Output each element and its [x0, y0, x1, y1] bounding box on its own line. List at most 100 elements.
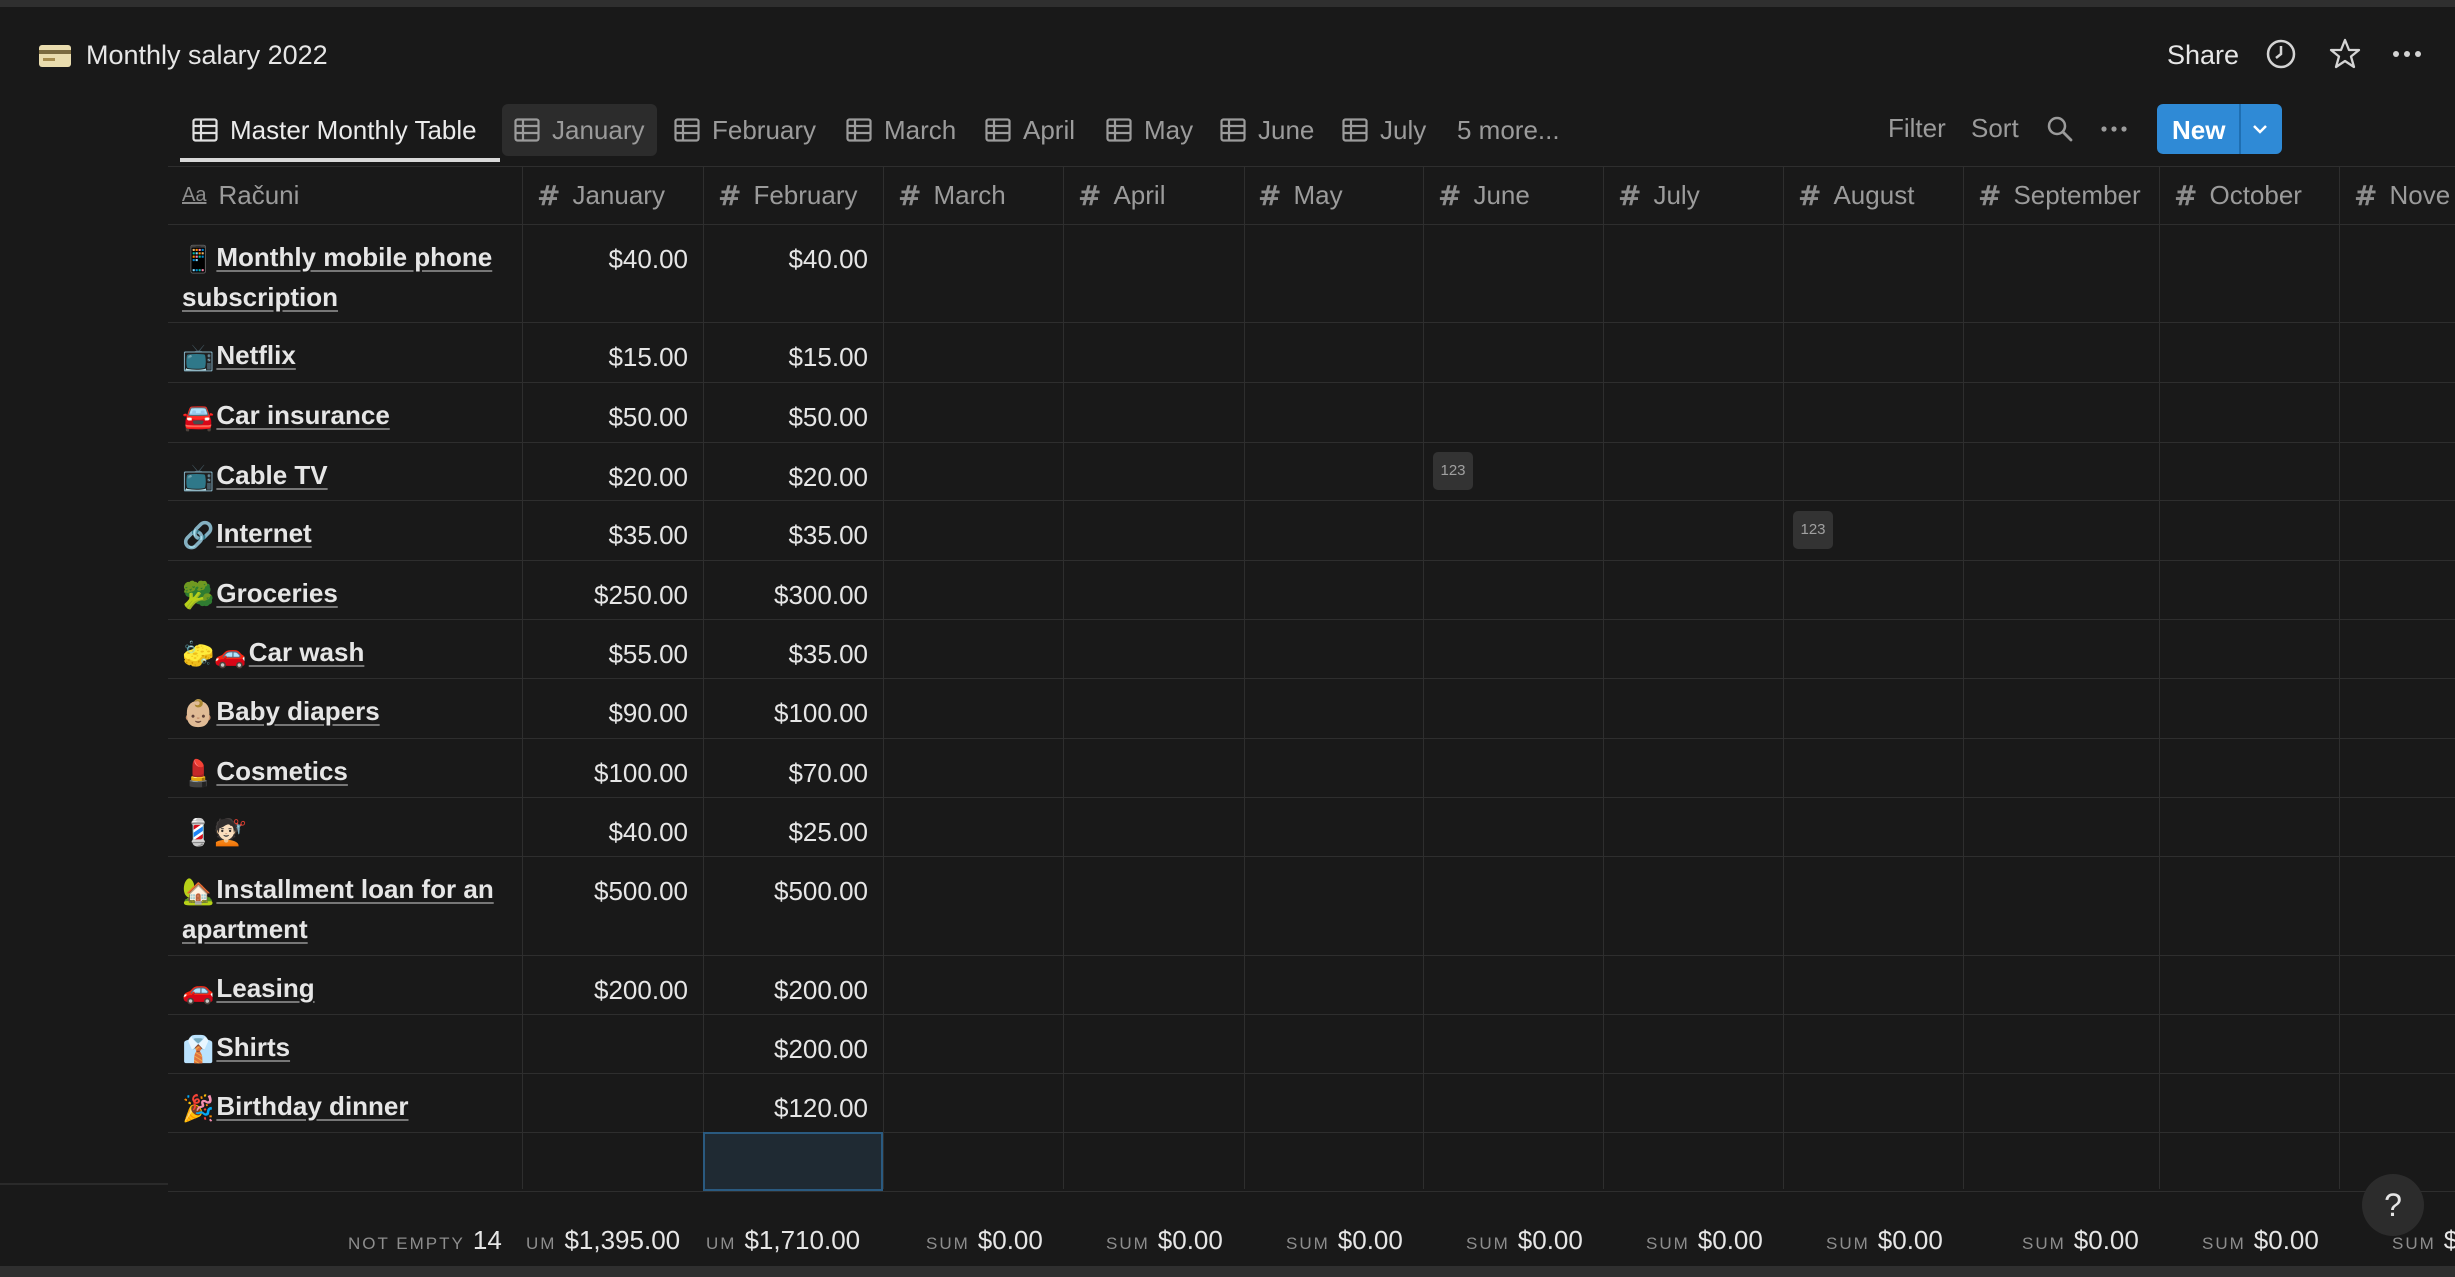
february-value[interactable]: $50.00	[708, 402, 868, 433]
column-header-august[interactable]: # August	[1798, 166, 1914, 224]
column-header-january[interactable]: # January	[537, 166, 665, 224]
column-header-october[interactable]: # October	[2174, 166, 2302, 224]
table-row[interactable]: 📺Netflix $15.00 $15.00	[168, 322, 2455, 382]
row-title[interactable]: Cable TV	[216, 460, 327, 490]
february-value[interactable]: $200.00	[708, 1034, 868, 1065]
tab-july[interactable]: July	[1342, 100, 1426, 160]
more-icon[interactable]	[2390, 37, 2424, 71]
search-icon[interactable]	[2046, 115, 2074, 143]
selected-empty-cell[interactable]	[703, 1132, 883, 1191]
footer-sum-february[interactable]: UM $1,710.00	[706, 1225, 860, 1259]
january-value[interactable]: $50.00	[528, 402, 688, 433]
more-options-icon[interactable]	[2099, 115, 2129, 143]
column-header-may[interactable]: # May	[1258, 166, 1343, 224]
january-value[interactable]: $200.00	[528, 975, 688, 1006]
column-header-april[interactable]: # April	[1078, 166, 1165, 224]
january-value[interactable]: $250.00	[528, 580, 688, 611]
table-row[interactable]: 🏡Installment loan for an apartment $500.…	[168, 856, 2455, 955]
table-row[interactable]: 💄Cosmetics $100.00 $70.00	[168, 738, 2455, 797]
row-title[interactable]: Leasing	[216, 973, 314, 1003]
footer-sum-may[interactable]: SUM $0.00	[1286, 1225, 1403, 1259]
column-header-september[interactable]: # September	[1978, 166, 2141, 224]
january-value[interactable]: $100.00	[528, 758, 688, 789]
star-icon[interactable]	[2328, 37, 2362, 71]
footer-sum-june[interactable]: SUM $0.00	[1466, 1225, 1583, 1259]
tab-january[interactable]: January	[502, 104, 657, 156]
row-title[interactable]: Groceries	[216, 578, 337, 608]
table-row[interactable]: 🧽🚗Car wash $55.00 $35.00	[168, 619, 2455, 678]
table-row[interactable]: 🚗Leasing $200.00 $200.00	[168, 955, 2455, 1014]
january-value[interactable]: $55.00	[528, 639, 688, 670]
table-row[interactable]: 🥦Groceries $250.00 $300.00	[168, 560, 2455, 619]
help-button[interactable]: ?	[2362, 1174, 2424, 1236]
row-title[interactable]: Baby diapers	[216, 696, 379, 726]
row-title[interactable]: Installment loan for an apartment	[182, 874, 494, 944]
page-title[interactable]: Monthly salary 2022	[86, 40, 328, 71]
february-value[interactable]: $15.00	[708, 342, 868, 373]
column-header-june[interactable]: # June	[1438, 166, 1530, 224]
february-value[interactable]: $200.00	[708, 975, 868, 1006]
table-row[interactable]: 👔Shirts $200.00	[168, 1014, 2455, 1073]
tab-master-monthly-table[interactable]: Master Monthly Table	[192, 100, 477, 160]
footer-sum-january[interactable]: UM $1,395.00	[526, 1225, 680, 1259]
footer-sum-july[interactable]: SUM $0.00	[1646, 1225, 1763, 1259]
footer-not-empty[interactable]: NOT EMPTY 14	[348, 1225, 502, 1259]
column-header-july[interactable]: # July	[1618, 166, 1700, 224]
table-row[interactable]: 💈💇🏻 $40.00 $25.00	[168, 797, 2455, 856]
row-title[interactable]: Internet	[216, 518, 311, 548]
footer-sum-april[interactable]: SUM $0.00	[1106, 1225, 1223, 1259]
february-value[interactable]: $40.00	[708, 244, 868, 275]
footer-sum-october[interactable]: SUM $0.00	[2202, 1225, 2319, 1259]
sort-button[interactable]: Sort	[1971, 113, 2019, 144]
tab-february[interactable]: February	[674, 100, 816, 160]
february-value[interactable]: $35.00	[708, 639, 868, 670]
tab-may[interactable]: May	[1106, 100, 1193, 160]
row-title[interactable]: Car insurance	[216, 400, 389, 430]
january-value[interactable]: $500.00	[528, 876, 688, 907]
column-header-february[interactable]: # February	[718, 166, 858, 224]
january-value[interactable]: $20.00	[528, 462, 688, 493]
row-title[interactable]: Car wash	[249, 637, 365, 667]
february-value[interactable]: $500.00	[708, 876, 868, 907]
column-header-november[interactable]: # Nove	[2354, 166, 2450, 224]
tab-april[interactable]: April	[985, 100, 1075, 160]
row-title[interactable]: Birthday dinner	[216, 1091, 408, 1121]
january-value[interactable]: $40.00	[528, 244, 688, 275]
footer-sum-september[interactable]: SUM $0.00	[2022, 1225, 2139, 1259]
row-title[interactable]: Shirts	[216, 1032, 290, 1062]
february-value[interactable]: $35.00	[708, 520, 868, 551]
footer-sum-august[interactable]: SUM $0.00	[1826, 1225, 1943, 1259]
february-value[interactable]: $25.00	[708, 817, 868, 848]
column-header-racuni[interactable]: Aa Računi	[182, 166, 299, 224]
new-button[interactable]: New	[2157, 104, 2282, 154]
row-title[interactable]: Netflix	[216, 340, 295, 370]
january-value[interactable]: $15.00	[528, 342, 688, 373]
january-value[interactable]: $40.00	[528, 817, 688, 848]
clock-icon[interactable]	[2264, 37, 2298, 71]
table-row[interactable]: 🔗Internet $35.00 $35.00 123	[168, 500, 2455, 560]
footer-sum-march[interactable]: SUM $0.00	[926, 1225, 1043, 1259]
tab-more[interactable]: 5 more...	[1457, 100, 1560, 160]
february-value[interactable]: $20.00	[708, 462, 868, 493]
column-header-march[interactable]: # March	[898, 166, 1006, 224]
row-title[interactable]: Monthly mobile phone subscription	[182, 242, 492, 312]
share-button[interactable]: Share	[2167, 40, 2239, 71]
table-row[interactable]: 👶🏼Baby diapers $90.00 $100.00	[168, 678, 2455, 738]
table-row[interactable]: 🎉Birthday dinner $120.00	[168, 1073, 2455, 1132]
february-value[interactable]: $300.00	[708, 580, 868, 611]
february-value[interactable]: $100.00	[708, 698, 868, 729]
february-value[interactable]: $70.00	[708, 758, 868, 789]
row-title[interactable]: Cosmetics	[216, 756, 348, 786]
february-value[interactable]: $120.00	[708, 1093, 868, 1124]
table-row[interactable]: 📱Monthly mobile phone subscription $40.0…	[168, 224, 2455, 322]
chevron-down-icon[interactable]	[2249, 118, 2271, 140]
tab-june[interactable]: June	[1220, 100, 1314, 160]
number-placeholder-chip[interactable]: 123	[1433, 452, 1473, 490]
january-value[interactable]: $35.00	[528, 520, 688, 551]
number-placeholder-chip[interactable]: 123	[1793, 511, 1833, 549]
january-value[interactable]: $90.00	[528, 698, 688, 729]
filter-button[interactable]: Filter	[1888, 113, 1946, 144]
table-row[interactable]: 📺Cable TV $20.00 $20.00 123	[168, 442, 2455, 500]
table-row[interactable]: 🚘Car insurance $50.00 $50.00	[168, 382, 2455, 442]
tab-march[interactable]: March	[846, 100, 956, 160]
